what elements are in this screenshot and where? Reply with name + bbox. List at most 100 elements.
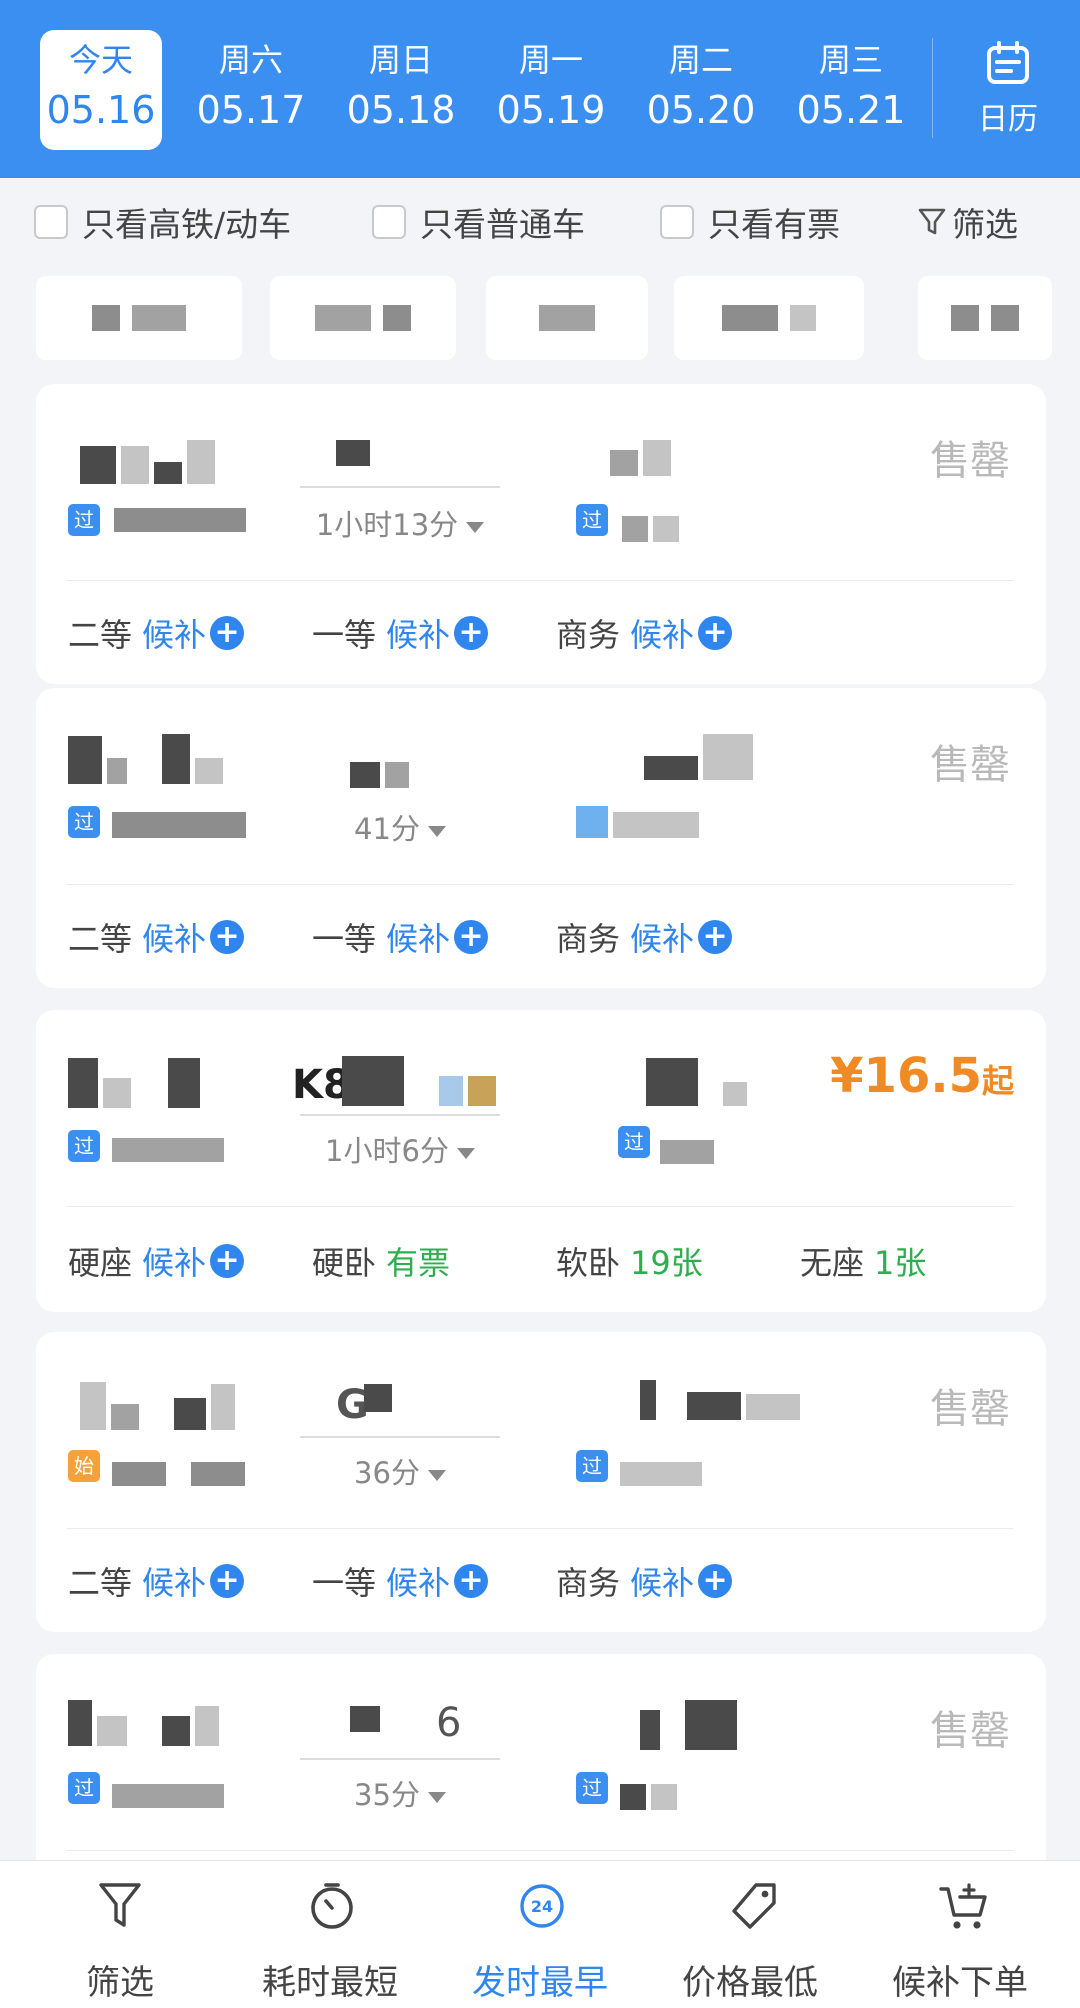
departure-station-blurred — [114, 508, 246, 536]
seat-name: 二等 — [68, 1564, 133, 1602]
departure-station-blurred — [112, 1462, 246, 1490]
nav-filter[interactable]: 筛选 — [12, 1861, 228, 2008]
seat-status: 候补 — [386, 920, 451, 958]
seat-status: 候补 — [386, 616, 451, 654]
seat-first-class[interactable]: 一等 候补 + — [312, 1558, 489, 1604]
svg-text:24: 24 — [531, 1897, 553, 1916]
seat-name: 硬座 — [68, 1244, 133, 1282]
date-tab-date: 05.20 — [646, 88, 756, 132]
quick-filter-row: 只看高铁/动车 只看普通车 只看有票 筛选 — [0, 178, 1080, 264]
station-chip[interactable] — [674, 276, 864, 360]
duration-dropdown[interactable]: 36分 — [300, 1450, 500, 1492]
duration-dropdown[interactable]: 1小时6分 — [300, 1128, 500, 1170]
arrival-time-blurred — [640, 1700, 738, 1754]
arrival-station-blurred — [620, 1784, 678, 1814]
date-tab-date: 05.18 — [346, 88, 456, 132]
nav-earliest-departure[interactable]: 24 发时最早 — [432, 1861, 648, 2008]
funnel-icon — [918, 208, 946, 235]
station-chip[interactable] — [486, 276, 648, 360]
seat-hard-sleeper[interactable]: 硬卧 有票 — [312, 1238, 450, 1284]
seat-no-seat[interactable]: 无座 1张 — [800, 1238, 926, 1284]
plus-circle-icon: + — [210, 616, 245, 650]
card-divider — [66, 1206, 1014, 1207]
has-ticket-only-checkbox[interactable]: 只看有票 — [660, 200, 840, 244]
calendar-label: 日历 — [978, 102, 1038, 137]
nav-label: 价格最低 — [682, 1963, 818, 2003]
seat-second-class[interactable]: 二等 候补 + — [68, 1558, 245, 1604]
date-tab-0520[interactable]: 周二 05.20 — [640, 30, 762, 150]
seat-first-class[interactable]: 一等 候补 + — [312, 610, 489, 656]
departure-time-blurred — [68, 1700, 220, 1750]
station-chip[interactable] — [270, 276, 456, 360]
date-tab-0521[interactable]: 周三 05.21 — [790, 30, 912, 150]
date-tab-weekday: 周一 — [518, 41, 583, 79]
date-tab-today[interactable]: 今天 05.16 — [40, 30, 162, 150]
pass-through-tag: 过 — [68, 1772, 100, 1804]
date-tab-0519[interactable]: 周一 05.19 — [490, 30, 612, 150]
plus-circle-icon: + — [210, 1564, 245, 1598]
seat-status: 19张 — [630, 1244, 703, 1282]
duration-dropdown[interactable]: 41分 — [300, 806, 500, 848]
calendar-icon — [987, 41, 1029, 84]
price-tag-icon — [732, 1883, 776, 1929]
seat-hard-seat[interactable]: 硬座 候补 + — [68, 1238, 245, 1284]
sold-out-label: 售罄 — [930, 742, 1010, 788]
plus-circle-icon: + — [698, 1564, 733, 1598]
duration-line — [300, 486, 500, 488]
duration-dropdown[interactable]: 35分 — [300, 1772, 500, 1814]
pass-through-tag: 过 — [576, 1450, 608, 1482]
plus-circle-icon: + — [210, 920, 245, 954]
train-card[interactable]: 始 G 36分 过 售罄 二等 候补 + 一等 候补 + 商务 候补 + — [36, 1332, 1046, 1632]
high-speed-only-checkbox[interactable]: 只看高铁/动车 — [34, 200, 291, 244]
plus-circle-icon: + — [454, 616, 489, 650]
timer-icon — [311, 1883, 353, 1929]
seat-business-class[interactable]: 商务 候补 + — [556, 1558, 733, 1604]
duration-dropdown[interactable]: 1小时13分 — [300, 502, 500, 544]
sold-out-label: 售罄 — [930, 438, 1010, 484]
date-tab-date: 05.16 — [46, 88, 156, 132]
train-number-blurred — [342, 1056, 497, 1110]
station-chip[interactable] — [36, 276, 242, 360]
train-number: 6 — [436, 1700, 462, 1746]
seat-second-class[interactable]: 二等 候补 + — [68, 610, 245, 656]
filter-label: 筛选 — [952, 205, 1018, 244]
cart-plus-icon — [939, 1883, 987, 1929]
nav-shortest-duration[interactable]: 耗时最短 — [222, 1861, 438, 2008]
departure-station-blurred — [112, 1138, 224, 1166]
train-card[interactable]: 过 1小时13分 过 售罄 二等 候补 + 一等 候补 + 商务 候补 + — [36, 384, 1046, 684]
station-chip[interactable] — [918, 276, 1052, 360]
nav-lowest-price[interactable]: 价格最低 — [642, 1861, 858, 2008]
arrival-station-blurred — [576, 806, 700, 842]
duration-line — [300, 1436, 500, 1438]
date-bar: 今天 05.16 周六 05.17 周日 05.18 周一 05.19 周二 0… — [0, 0, 1080, 178]
train-card[interactable]: 过 K8 1小时6分 过 ¥16.5起 硬座 候补 + 硬卧 有票 软卧 19张… — [36, 1010, 1046, 1312]
seat-soft-sleeper[interactable]: 软卧 19张 — [556, 1238, 703, 1284]
bottom-sort-bar: 筛选 耗时最短 24 发时最早 价格最低 候补下单 — [0, 1860, 1080, 2008]
seat-business-class[interactable]: 商务 候补 + — [556, 610, 733, 656]
seat-status: 候补 — [386, 1564, 451, 1602]
seat-status: 候补 — [142, 1244, 207, 1282]
normal-train-only-checkbox[interactable]: 只看普通车 — [372, 200, 585, 244]
seat-first-class[interactable]: 一等 候补 + — [312, 914, 489, 960]
plus-circle-icon: + — [454, 1564, 489, 1598]
card-divider — [66, 1850, 1014, 1851]
date-tab-weekday: 今天 — [68, 41, 133, 79]
seat-second-class[interactable]: 二等 候补 + — [68, 914, 245, 960]
calendar-button[interactable]: 日历 — [958, 40, 1058, 140]
arrival-station-blurred — [622, 516, 680, 546]
nav-label: 筛选 — [86, 1963, 154, 2003]
price-value: ¥16.5 — [830, 1048, 982, 1104]
date-tab-weekday: 周日 — [368, 41, 433, 79]
nav-waitlist-order[interactable]: 候补下单 — [852, 1861, 1068, 2008]
seat-status: 有票 — [386, 1244, 451, 1282]
date-tab-0518[interactable]: 周日 05.18 — [340, 30, 462, 150]
seat-business-class[interactable]: 商务 候补 + — [556, 914, 733, 960]
filter-button[interactable]: 筛选 — [918, 200, 1018, 244]
train-number-blurred — [336, 440, 370, 470]
seat-name: 二等 — [68, 616, 133, 654]
arrival-station-blurred — [660, 1140, 714, 1168]
duration-line — [300, 1758, 500, 1760]
date-tab-0517[interactable]: 周六 05.17 — [190, 30, 312, 150]
train-card[interactable]: 过 41分 售罄 二等 候补 + 一等 候补 + 商务 候补 + — [36, 688, 1046, 988]
pass-through-tag: 过 — [68, 806, 100, 838]
